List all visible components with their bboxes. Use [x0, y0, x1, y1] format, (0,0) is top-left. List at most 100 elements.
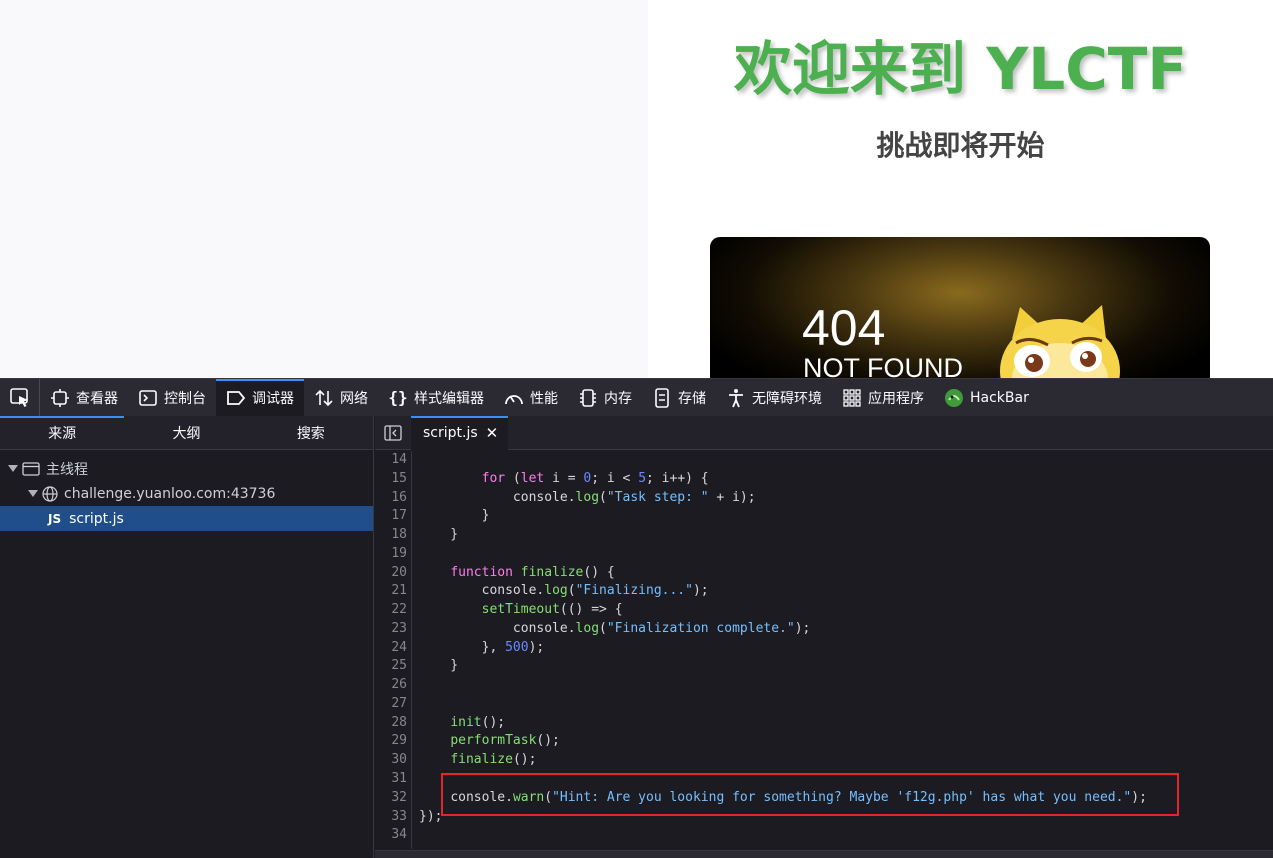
- not-found-text: NOT FOUND: [803, 353, 963, 378]
- tab-console-label: 控制台: [164, 390, 206, 407]
- tab-storage[interactable]: 存储: [642, 379, 716, 417]
- toggle-sidebar-button[interactable]: [375, 416, 411, 450]
- network-icon: [314, 388, 334, 408]
- tab-console[interactable]: 控制台: [128, 379, 216, 417]
- code-line[interactable]: console.log("Finalizing...");: [419, 582, 1269, 601]
- code-line[interactable]: init();: [419, 714, 1269, 733]
- tab-style-editor-label: 样式编辑器: [414, 390, 484, 407]
- tab-performance[interactable]: 性能: [494, 379, 568, 417]
- not-found-code: 404: [802, 300, 886, 356]
- devtools-toolbar: 查看器 控制台 调试器 网络 {} 样式编辑器 性能 内存 存储 无障碍环境 应…: [0, 378, 1273, 417]
- tab-memory[interactable]: 内存: [568, 379, 642, 417]
- line-number[interactable]: 22: [375, 601, 411, 620]
- element-picker-button[interactable]: [0, 378, 40, 417]
- code-line[interactable]: performTask();: [419, 732, 1269, 751]
- tab-debugger[interactable]: 调试器: [216, 378, 304, 417]
- close-icon[interactable]: ✕: [486, 424, 499, 442]
- tree-host[interactable]: challenge.yuanloo.com:43736: [0, 481, 373, 506]
- line-number[interactable]: 15: [375, 470, 411, 489]
- line-number[interactable]: 21: [375, 582, 411, 601]
- page-subtitle: 挑战即将开始: [876, 129, 1045, 162]
- tree-host-label: challenge.yuanloo.com:43736: [64, 485, 276, 502]
- code-line[interactable]: finalize();: [419, 751, 1269, 770]
- tab-accessibility-label: 无障碍环境: [752, 390, 822, 407]
- tab-memory-label: 内存: [604, 390, 632, 407]
- line-number[interactable]: 34: [375, 826, 411, 845]
- code-line[interactable]: }: [419, 657, 1269, 676]
- line-number[interactable]: 23: [375, 620, 411, 639]
- tree-file-script[interactable]: JS script.js: [0, 506, 373, 531]
- tab-style-editor[interactable]: {} 样式编辑器: [378, 379, 494, 417]
- line-number[interactable]: 29: [375, 732, 411, 751]
- debugger-icon: [226, 388, 246, 408]
- code-line[interactable]: console.log("Task step: " + i);: [419, 489, 1269, 508]
- line-number[interactable]: 14: [375, 451, 411, 470]
- line-number[interactable]: 33: [375, 808, 411, 827]
- line-number[interactable]: 32: [375, 789, 411, 808]
- page-viewport: 欢迎来到 YLCTF 挑战即将开始 404 NOT FOUND: [0, 0, 1273, 378]
- tab-network-label: 网络: [340, 390, 368, 407]
- line-number[interactable]: 28: [375, 714, 411, 733]
- tab-network[interactable]: 网络: [304, 379, 378, 417]
- memory-icon: [578, 388, 598, 408]
- chevron-down-icon[interactable]: [28, 490, 38, 497]
- storage-icon: [652, 387, 672, 408]
- line-number[interactable]: 25: [375, 657, 411, 676]
- line-number[interactable]: 17: [375, 507, 411, 526]
- editor-tabs: script.js ✕: [375, 415, 1273, 450]
- page-content: 欢迎来到 YLCTF 挑战即将开始 404 NOT FOUND: [648, 0, 1273, 378]
- line-number[interactable]: 26: [375, 676, 411, 695]
- window-icon: [22, 461, 40, 476]
- sidebar-toggle-icon: [384, 424, 402, 441]
- tab-hackbar[interactable]: HackBar: [934, 379, 1039, 417]
- line-number[interactable]: 19: [375, 545, 411, 564]
- page-title: 欢迎来到 YLCTF: [734, 35, 1187, 103]
- line-number-gutter: 14 15 16 17 18 19 20 21 22 23 24 25 26 27 28 29 30 31 32 33…: [375, 451, 412, 849]
- code-line[interactable]: for (let i = 0; i < 5; i++) {: [419, 470, 1269, 489]
- tab-sources[interactable]: 来源: [0, 416, 125, 449]
- line-number[interactable]: 30: [375, 751, 411, 770]
- tab-outline[interactable]: 大纲: [124, 416, 248, 449]
- style-editor-icon: {}: [388, 388, 408, 407]
- code-line[interactable]: [419, 826, 1269, 845]
- tab-debugger-label: 调试器: [252, 390, 294, 407]
- code-line[interactable]: function finalize() {: [419, 564, 1269, 583]
- editor-file-tab[interactable]: script.js ✕: [411, 415, 509, 450]
- tree-main-thread[interactable]: 主线程: [0, 456, 373, 481]
- code-editor: script.js ✕ 14 15 16 17 18 19 20 21 22 23 24 25 26 27…: [375, 415, 1273, 858]
- code-line[interactable]: setTimeout(() => {: [419, 601, 1269, 620]
- line-number[interactable]: 27: [375, 695, 411, 714]
- line-number[interactable]: 31: [375, 770, 411, 789]
- tab-inspector-label: 查看器: [76, 390, 118, 407]
- code-line[interactable]: [419, 451, 1269, 470]
- line-number[interactable]: 18: [375, 526, 411, 545]
- code-line[interactable]: }, 500);: [419, 639, 1269, 658]
- tab-search[interactable]: 搜索: [249, 416, 373, 449]
- performance-icon: [504, 388, 524, 408]
- editor-file-tab-label: script.js: [423, 424, 478, 441]
- code-line[interactable]: [419, 676, 1269, 695]
- not-found-banner: 404 NOT FOUND: [710, 237, 1210, 378]
- code-line[interactable]: }: [419, 526, 1269, 545]
- console-icon: [138, 388, 158, 408]
- line-number[interactable]: 20: [375, 564, 411, 583]
- sources-panel: 来源 大纲 搜索 主线程 challenge.yuanloo.com:43736…: [0, 416, 374, 858]
- tab-application[interactable]: 应用程序: [832, 379, 934, 417]
- line-number[interactable]: 24: [375, 639, 411, 658]
- tab-performance-label: 性能: [530, 390, 558, 407]
- chevron-down-icon[interactable]: [8, 465, 18, 472]
- code-line[interactable]: [419, 545, 1269, 564]
- tab-inspector[interactable]: 查看器: [40, 379, 128, 417]
- globe-icon: [42, 485, 58, 502]
- code-line[interactable]: console.log("Finalization complete.");: [419, 620, 1269, 639]
- inspector-icon: [50, 388, 70, 408]
- tab-hackbar-label: HackBar: [970, 389, 1029, 406]
- code-line[interactable]: }: [419, 507, 1269, 526]
- line-number[interactable]: 16: [375, 489, 411, 508]
- tree-file-label: script.js: [69, 510, 124, 527]
- tab-storage-label: 存储: [678, 390, 706, 407]
- element-picker-icon: [9, 387, 28, 407]
- tab-accessibility[interactable]: 无障碍环境: [716, 379, 832, 417]
- doge-image: [1000, 305, 1120, 378]
- code-line[interactable]: [419, 695, 1269, 714]
